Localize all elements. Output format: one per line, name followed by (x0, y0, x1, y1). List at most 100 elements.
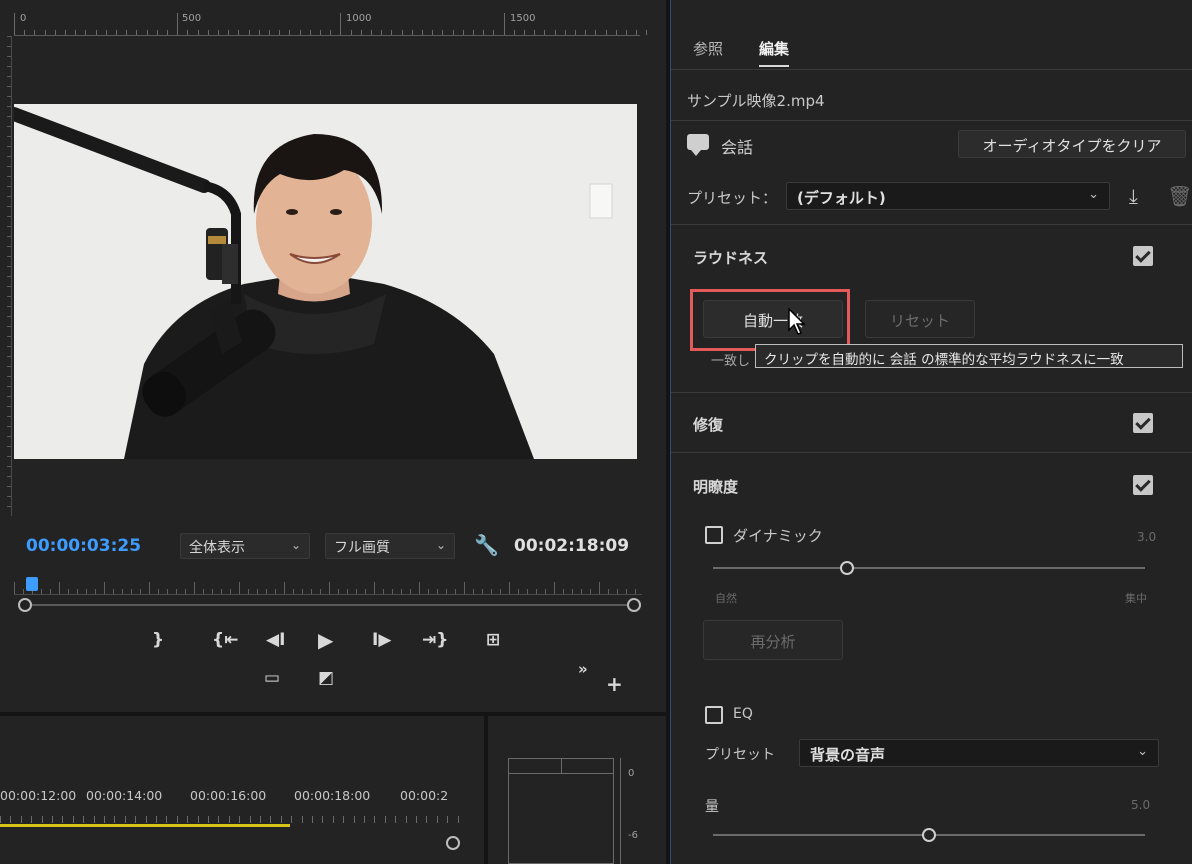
mouse-cursor-icon (788, 308, 806, 335)
reset-loudness-button[interactable]: リセット (865, 300, 975, 338)
loudness-section-title[interactable]: ラウドネス (693, 247, 768, 268)
ruler-tick (7, 476, 11, 477)
ruler-tick (7, 186, 11, 187)
repair-checkbox[interactable] (1133, 413, 1153, 433)
wrench-icon[interactable]: 🔧 (474, 533, 499, 557)
timeline-tick (62, 816, 64, 823)
ruler-tick (360, 30, 362, 35)
ruler-tick (54, 30, 56, 35)
step-back-button[interactable]: ◀I (266, 630, 285, 650)
ruler-tick (7, 376, 11, 377)
timeline-timecode: 00:00:12:00 (0, 788, 77, 803)
repair-section-title[interactable]: 修復 (693, 414, 723, 435)
zoom-handle-right[interactable] (627, 598, 641, 612)
safe-margins-button[interactable]: ▭ (264, 668, 280, 688)
timeline-tick (52, 816, 53, 823)
eq-preset-select[interactable]: 背景の音声 ⌄ (799, 739, 1159, 767)
timeline-tick (0, 816, 1, 823)
dynamics-slider-track[interactable] (713, 567, 1145, 569)
timeline-tick (332, 816, 334, 823)
ruler-tick (65, 30, 66, 35)
timeline-tick (457, 816, 459, 823)
preset-select[interactable]: (デフォルト) ⌄ (786, 182, 1110, 210)
timeline-tick (364, 816, 365, 823)
ruler-tick (289, 30, 291, 35)
amount-label: 量 (705, 799, 719, 815)
ruler-tick (7, 146, 11, 147)
mark-out-button[interactable]: } (152, 630, 164, 650)
playback-quality-select[interactable]: フル画質 ⌄ (325, 533, 455, 559)
ruler-tick (615, 30, 617, 35)
more-controls-icon[interactable]: » (578, 660, 588, 678)
clear-audio-type-button[interactable]: オーディオタイプをクリア (958, 130, 1186, 158)
ruler-tick (7, 176, 11, 177)
insert-button[interactable]: ⊞ (486, 630, 500, 650)
zoom-range-bar[interactable] (26, 604, 634, 606)
ruler-tick (7, 266, 11, 267)
timeline-tick (270, 816, 272, 823)
duration-timecode: 00:02:18:09 (514, 536, 630, 556)
save-preset-icon[interactable]: ⤓ (1129, 184, 1138, 208)
ruler-tick (197, 30, 199, 35)
ruler-tick (7, 66, 11, 67)
ruler-tick (34, 30, 36, 35)
ruler-tick (7, 236, 11, 237)
scrub-tick (401, 589, 402, 594)
scrub-tick (140, 589, 141, 594)
amount-slider-knob[interactable] (922, 828, 936, 842)
ruler-tick (7, 496, 11, 497)
scrub-tick (545, 589, 546, 594)
step-forward-button[interactable]: I▶ (372, 630, 391, 650)
play-button[interactable]: ▶ (318, 628, 333, 652)
ruler-tick (7, 356, 11, 357)
scrub-bar[interactable] (14, 575, 642, 607)
scrub-tick (374, 582, 375, 594)
chevron-down-icon: ⌄ (1088, 187, 1099, 202)
audio-type-label: 会話 (721, 138, 754, 157)
eq-preset-value: 背景の音声 (810, 746, 886, 764)
eq-checkbox[interactable] (705, 706, 723, 724)
trash-icon[interactable]: 🗑 (1167, 184, 1192, 208)
tab-browse[interactable]: 参照 (693, 38, 723, 59)
timeline-tick (187, 816, 189, 823)
ruler-tick (452, 30, 454, 35)
amount-value[interactable]: 5.0 (1131, 798, 1150, 812)
zoom-level-select[interactable]: 全体表示 ⌄ (180, 533, 310, 559)
audio-meter: 0 -6 (488, 716, 666, 864)
clarity-section-title[interactable]: 明瞭度 (693, 476, 738, 497)
work-area-bar[interactable] (0, 824, 290, 827)
ruler-tick (105, 30, 107, 35)
button-editor-add-icon[interactable]: + (606, 672, 623, 696)
export-frame-button[interactable]: ◩ (318, 668, 334, 688)
playhead-icon[interactable] (26, 577, 38, 591)
timeline-zoom-handle[interactable] (446, 836, 460, 850)
scrub-tick (464, 582, 465, 594)
tab-edit[interactable]: 編集 (759, 38, 790, 67)
ruler-tick (136, 30, 138, 35)
timeline-tick (260, 816, 261, 823)
ruler-tick (7, 396, 11, 397)
ruler-tick (7, 336, 11, 337)
scrub-tick (266, 589, 267, 594)
timeline-tick (104, 816, 105, 823)
loudness-checkbox[interactable] (1133, 246, 1153, 266)
scrub-tick (482, 589, 483, 594)
dynamics-checkbox[interactable] (705, 526, 723, 544)
clarity-checkbox[interactable] (1133, 475, 1153, 495)
video-frame[interactable] (14, 104, 637, 459)
eq-preset-label: プリセット (705, 747, 775, 763)
dynamics-value[interactable]: 3.0 (1137, 530, 1156, 544)
scrub-tick (14, 582, 15, 594)
go-to-out-button[interactable]: ⇥} (422, 630, 448, 650)
ruler-tick (44, 30, 46, 35)
ruler-tick (7, 166, 11, 167)
dynamics-slider-knob[interactable] (839, 561, 854, 575)
ruler-tick (626, 30, 627, 35)
go-to-in-button[interactable]: {⇤ (212, 630, 238, 650)
reanalyze-button[interactable]: 再分析 (703, 620, 843, 660)
speech-bubble-icon (687, 134, 709, 156)
ruler-tick (167, 30, 168, 35)
current-timecode[interactable]: 00:00:03:25 (26, 536, 141, 556)
scrub-tick (473, 589, 474, 594)
zoom-handle-left[interactable] (18, 598, 32, 612)
